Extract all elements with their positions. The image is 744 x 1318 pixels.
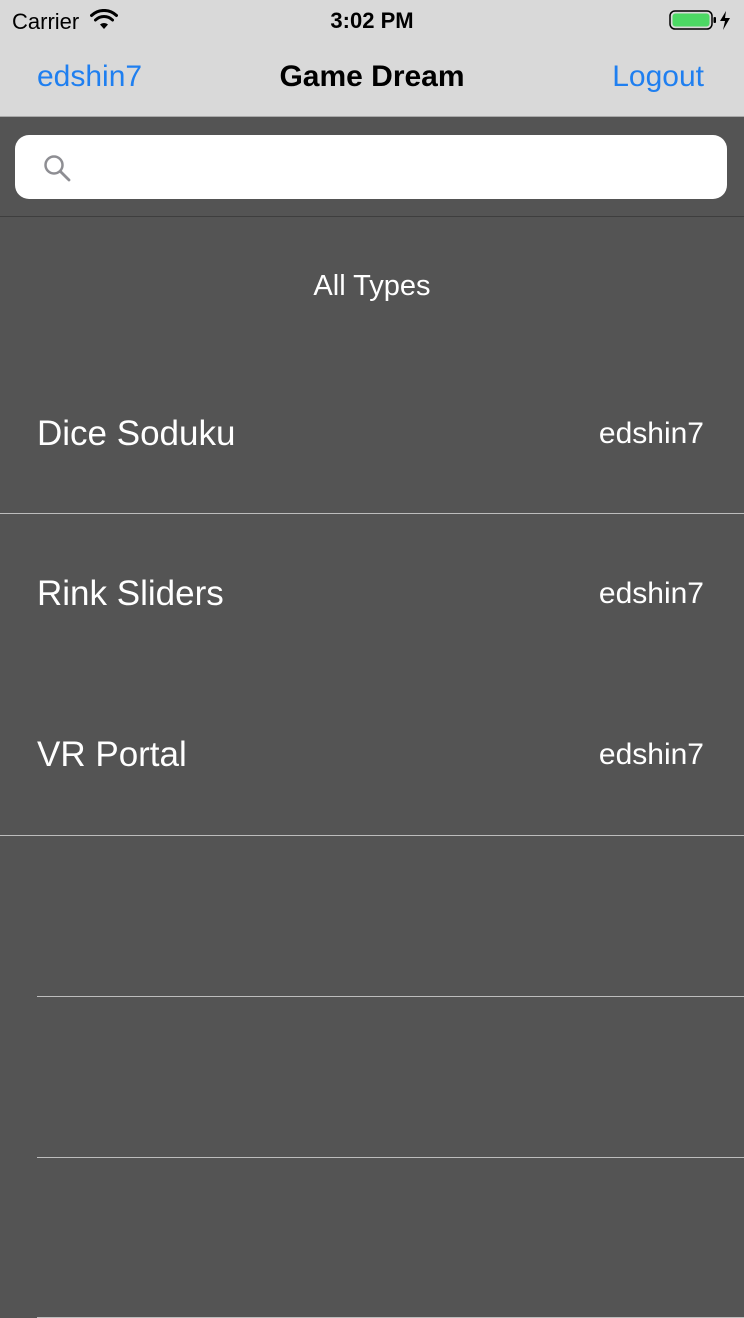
section-header: All Types: [313, 270, 431, 302]
search-bar: [0, 117, 744, 217]
game-name: VR Portal: [37, 735, 187, 774]
search-field-container[interactable]: [15, 135, 727, 199]
battery-icon: [669, 10, 730, 30]
logout-button[interactable]: Logout: [612, 60, 704, 94]
row-separator: [0, 835, 744, 836]
navigation-bar: edshin7 Game Dream Logout: [0, 40, 744, 117]
charging-bolt-icon: [720, 11, 730, 30]
game-name: Dice Soduku: [37, 414, 236, 453]
game-owner: edshin7: [598, 738, 704, 771]
empty-row-separator: [37, 1157, 744, 1158]
game-owner: edshin7: [598, 577, 704, 610]
clock: 3:02 PM: [330, 8, 414, 33]
table-row[interactable]: VR Portal edshin7: [0, 675, 744, 835]
search-input[interactable]: [85, 145, 709, 191]
search-icon: [44, 155, 71, 182]
empty-row-separator: [37, 996, 744, 997]
status-bar: Carrier 3:02 PM: [0, 0, 744, 40]
game-name: Rink Sliders: [37, 574, 224, 613]
table-row[interactable]: Rink Sliders edshin7: [0, 514, 744, 674]
game-owner: edshin7: [598, 417, 704, 450]
table-row[interactable]: Dice Soduku edshin7: [0, 354, 744, 514]
